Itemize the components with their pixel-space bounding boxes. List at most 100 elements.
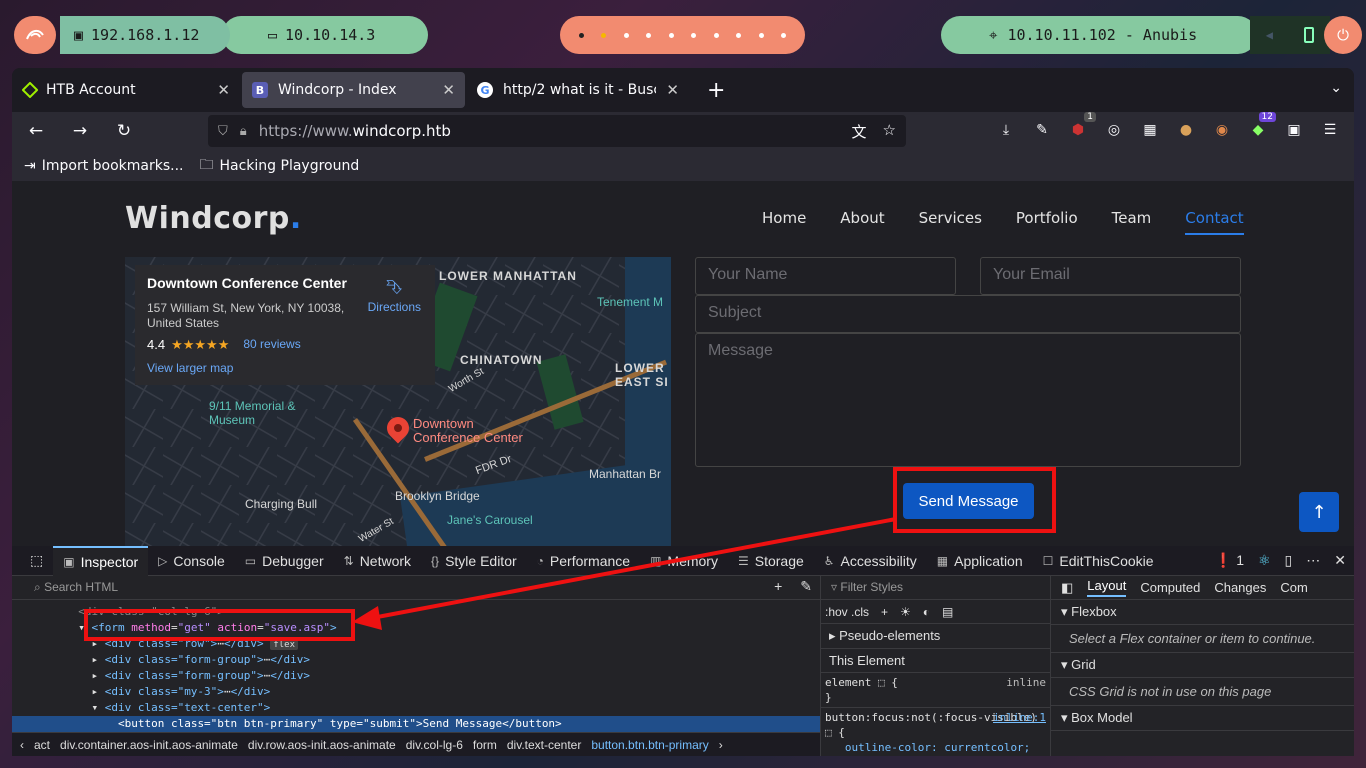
reload-icon[interactable]: ↻ (114, 121, 134, 141)
workspace-dot[interactable] (691, 32, 697, 38)
subject-field[interactable]: Subject (695, 295, 1241, 333)
tab-application[interactable]: ▦ Application (927, 546, 1033, 576)
element-rule[interactable]: element ⬚ {inline} (821, 673, 1050, 707)
tab-performance[interactable]: ◔ Performance (527, 546, 640, 576)
close-icon[interactable]: ✕ (666, 81, 679, 99)
kali-logo-icon[interactable] (14, 16, 56, 54)
workspace-dot[interactable] (578, 32, 584, 38)
volume-icon[interactable]: ◀ (1266, 28, 1273, 42)
dark-mode-icon[interactable]: ◐ (923, 605, 930, 619)
breadcrumb-scroll-left-icon[interactable]: ‹ (20, 738, 24, 752)
breadcrumb-item[interactable]: div.row.aos-init.aos-animate (248, 738, 396, 752)
download-icon[interactable]: ⤓ (996, 120, 1016, 140)
qr-icon[interactable]: ▦ (1140, 120, 1160, 140)
nav-services[interactable]: Services (919, 209, 982, 235)
tab-layout[interactable]: Layout (1087, 578, 1127, 597)
ublock-icon[interactable]: ⬢ 1 (1068, 112, 1096, 140)
tab-changes[interactable]: Changes (1214, 580, 1266, 595)
tab-network[interactable]: ⇅ Network (334, 546, 421, 576)
send-message-button[interactable]: Send Message (903, 483, 1034, 519)
breadcrumb-item[interactable]: act (34, 738, 50, 752)
tab-storage[interactable]: ☰ Storage (728, 546, 814, 576)
workspace-dot[interactable] (758, 32, 764, 38)
larger-map-link[interactable]: View larger map (147, 361, 423, 375)
lock-icon[interactable]: 🔒︎ (240, 124, 247, 139)
back-to-top-button[interactable]: ↑ (1299, 492, 1339, 532)
markup-line[interactable]: ▸ <div class="form-group">⋯</div> (12, 668, 820, 684)
tab-style-editor[interactable]: {} Style Editor (421, 546, 527, 576)
close-icon[interactable]: ✕ (442, 81, 455, 99)
breadcrumb-item[interactable]: div.col-lg-6 (406, 738, 463, 752)
search-html-input[interactable]: ⌕ Search HTML + ✎ (12, 576, 820, 600)
breadcrumb-item[interactable]: form (473, 738, 497, 752)
menu-icon[interactable]: ☰ (1320, 120, 1340, 140)
tab-compatibility[interactable]: Com (1280, 580, 1307, 595)
tab-inspector[interactable]: ▣ Inspector (53, 545, 149, 576)
light-mode-icon[interactable]: ☀ (900, 605, 911, 619)
nav-portfolio[interactable]: Portfolio (1016, 209, 1078, 235)
markup-line[interactable]: ▾ <div class="text-center"> (12, 700, 820, 716)
nav-about[interactable]: About (840, 209, 884, 235)
more-options-icon[interactable]: ⋯ (1306, 552, 1320, 569)
tab-console[interactable]: ▷ Console (148, 546, 235, 576)
import-bookmarks-link[interactable]: ⇥ Import bookmarks... (24, 158, 184, 174)
name-field[interactable]: Your Name (695, 257, 956, 295)
sidebar-icon[interactable]: ◧ (1061, 580, 1073, 596)
burger-extension-icon[interactable]: ◉ (1212, 120, 1232, 140)
directions-button[interactable]: ⮷ Directions (368, 277, 421, 314)
power-icon[interactable]: ⏻ (1324, 16, 1362, 54)
close-devtools-icon[interactable]: ✕ (1334, 552, 1346, 569)
cookie-icon[interactable]: ● (1176, 120, 1196, 140)
forward-icon[interactable]: → (70, 121, 90, 141)
breadcrumb-item-selected[interactable]: button.btn.btn-primary (591, 738, 708, 752)
pseudo-elements-toggle[interactable]: ▸ Pseudo-elements (821, 624, 1050, 649)
workspace-dot-active[interactable] (601, 32, 607, 38)
filter-styles-input[interactable]: ▿ Filter Styles (821, 576, 1050, 600)
tab-debugger[interactable]: ▭ Debugger (235, 546, 334, 576)
extensions-icon[interactable]: ✎ (1032, 120, 1052, 140)
close-icon[interactable]: ✕ (217, 81, 230, 99)
tab-accessibility[interactable]: ♿︎ Accessibility (814, 546, 927, 576)
shield-icon[interactable]: ⛉ (218, 124, 228, 139)
box-model-section[interactable]: ▾ Box Model (1051, 706, 1354, 731)
bookmark-folder[interactable]: 🗀 Hacking Playground (200, 154, 360, 178)
markup-line[interactable]: ▸ <div class="form-group">⋯</div> (12, 652, 820, 668)
nav-contact[interactable]: Contact (1185, 209, 1244, 235)
add-rule-icon[interactable]: + (881, 605, 888, 619)
chevron-down-icon[interactable]: ⌄ (1330, 80, 1342, 96)
translate-icon[interactable]: 文 (852, 121, 867, 142)
wappalyzer-icon[interactable]: ◆ 12 (1248, 112, 1276, 140)
markup-line[interactable]: ▸ <div class="my-3">⋯</div> (12, 684, 820, 700)
breadcrumb-scroll-right-icon[interactable]: › (719, 738, 723, 752)
workspace-dot[interactable] (623, 32, 629, 38)
markup-line-selected[interactable]: <button class="btn btn-primary" type="su… (12, 716, 820, 732)
breadcrumb-item[interactable]: div.text-center (507, 738, 581, 752)
hov-cls-toggle[interactable]: :hov .cls (825, 605, 869, 619)
tab-htb-account[interactable]: HTB Account ✕ (14, 72, 240, 108)
tab-computed[interactable]: Computed (1140, 580, 1200, 595)
new-tab-button[interactable]: + (707, 78, 725, 103)
site-logo[interactable]: Windcorp. (125, 201, 302, 236)
star-icon[interactable]: ☆ (883, 121, 896, 142)
workspace-dot[interactable] (668, 32, 674, 38)
pick-element-icon[interactable]: ⬚ (20, 546, 53, 576)
tab-editthiscookie[interactable]: ☐ EditThisCookie (1033, 546, 1164, 576)
tab-memory[interactable]: ▥ Memory (640, 546, 728, 576)
back-icon[interactable]: ← (26, 121, 46, 141)
workspace-dot[interactable] (713, 32, 719, 38)
error-count[interactable]: ❗ 1 (1215, 552, 1244, 569)
url-bar[interactable]: ⛉ 🔒︎ https://www.windcorp.htb 文 ☆ (208, 115, 906, 147)
flexbox-section[interactable]: ▾ Flexbox (1051, 600, 1354, 625)
message-field[interactable]: Message (695, 333, 1241, 467)
workspace-dot[interactable] (736, 32, 742, 38)
workspace-dot[interactable] (646, 32, 652, 38)
react-icon[interactable]: ⚛ (1258, 552, 1271, 569)
breadcrumb-item[interactable]: div.container.aos-init.aos-animate (60, 738, 238, 752)
nav-team[interactable]: Team (1112, 209, 1152, 235)
dock-icon[interactable]: ▯ (1285, 552, 1293, 569)
puzzle-icon[interactable]: ▣ (1284, 120, 1304, 140)
workspace-dot[interactable] (781, 32, 787, 38)
add-node-icon[interactable]: + (774, 578, 782, 595)
tab-search[interactable]: G http/2 what is it - Buscar ✕ (467, 72, 689, 108)
rule-declaration[interactable]: outline-color: currentcolor; (845, 741, 1030, 754)
